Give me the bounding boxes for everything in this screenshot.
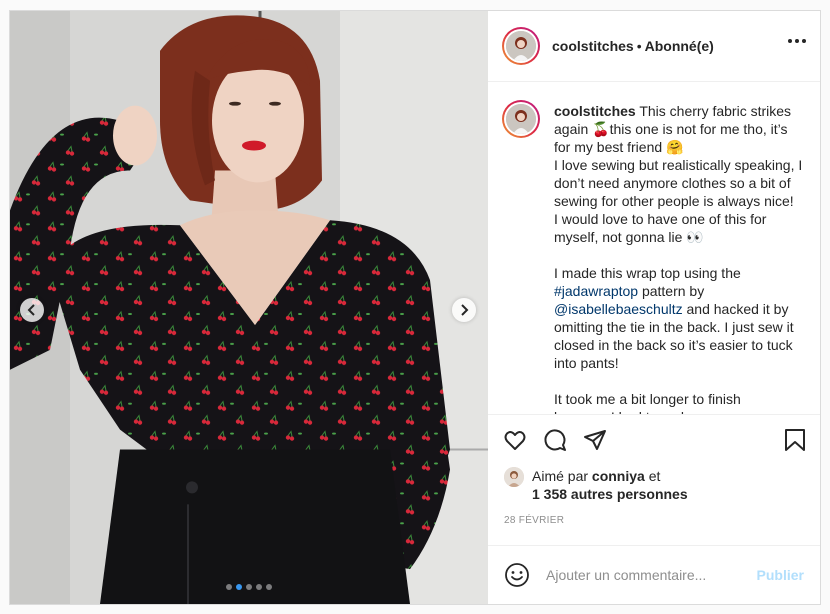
caption-story-ring[interactable]: [502, 100, 540, 138]
post-sidebar: coolstitches • Abonné(e) coolstitches Th…: [488, 11, 820, 604]
post-photo: [10, 11, 488, 604]
bookmark-icon: [785, 429, 805, 451]
post-date[interactable]: 28 FÉVRIER: [488, 503, 820, 535]
likes-mid: et: [644, 468, 661, 484]
mention-link[interactable]: @isabellebaeschultz: [554, 301, 683, 317]
chevron-left-icon: [27, 304, 35, 316]
caption-username[interactable]: coolstitches: [554, 103, 636, 119]
caption-avatar: [506, 104, 536, 134]
likes-count[interactable]: 1 358 autres personnes: [532, 486, 688, 502]
like-button[interactable]: [502, 427, 528, 453]
carousel-dot: [246, 584, 252, 590]
comment-icon: [544, 429, 566, 451]
avatar: [506, 31, 536, 61]
carousel-dot: [256, 584, 262, 590]
chevron-right-icon: [461, 304, 469, 316]
comment-bar: Publier: [488, 545, 820, 604]
next-slide-button[interactable]: [452, 298, 476, 322]
caption-body-3: and hacked it by omitting the tie in the…: [554, 301, 794, 414]
caption-text: coolstitches This cherry fabric strikes …: [554, 102, 804, 414]
header-username[interactable]: coolstitches: [552, 38, 634, 54]
share-icon: [584, 430, 606, 450]
share-button[interactable]: [582, 427, 608, 453]
carousel-dot: [266, 584, 272, 590]
comment-button[interactable]: [542, 427, 568, 453]
likes-prefix: Aimé par: [532, 468, 592, 484]
emoji-icon[interactable]: [504, 562, 530, 588]
story-ring[interactable]: [502, 27, 540, 65]
heart-icon: [504, 431, 526, 450]
post-card: coolstitches • Abonné(e) coolstitches Th…: [9, 10, 821, 605]
carousel-dot-active: [236, 584, 242, 590]
header-separator: •: [636, 38, 642, 54]
liker-avatar[interactable]: [504, 467, 524, 487]
save-button[interactable]: [782, 427, 808, 453]
caption-body-1: This cherry fabric strikes again 🍒this o…: [554, 103, 803, 281]
more-icon[interactable]: [788, 39, 806, 43]
liker-username[interactable]: conniya: [592, 468, 645, 484]
caption-area: coolstitches This cherry fabric strikes …: [488, 82, 820, 414]
hashtag-link[interactable]: #jadawraptop: [554, 283, 638, 299]
previous-slide-button[interactable]: [20, 298, 44, 322]
post-media[interactable]: [10, 11, 488, 604]
post-comment-button[interactable]: Publier: [757, 567, 804, 583]
comment-input[interactable]: [544, 566, 757, 584]
caption-body-2: pattern by: [638, 283, 709, 299]
likes-summary: Aimé par conniya et 1 358 autres personn…: [488, 465, 820, 503]
carousel-dots: [10, 584, 488, 590]
action-bar: [488, 414, 820, 465]
post-header: coolstitches • Abonné(e): [488, 11, 820, 82]
carousel-dot: [226, 584, 232, 590]
follow-status[interactable]: Abonné(e): [645, 38, 714, 54]
